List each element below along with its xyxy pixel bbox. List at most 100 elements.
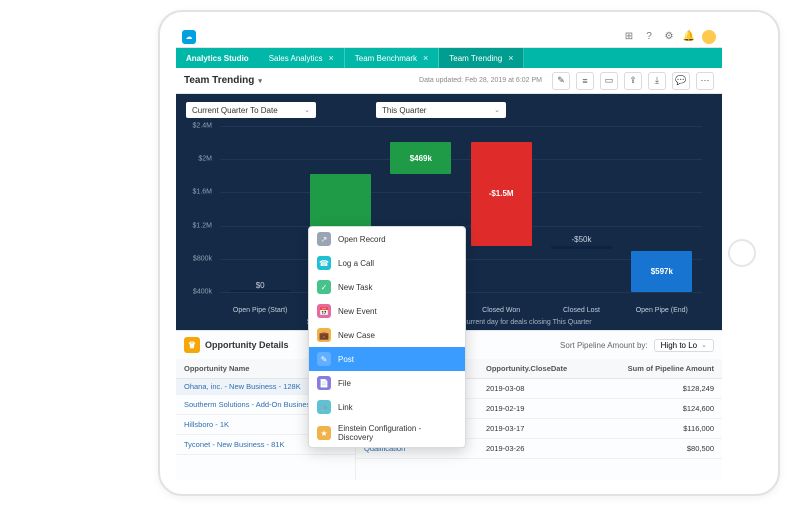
menu-item-label: Log a Call [338,259,374,268]
close-icon[interactable]: × [423,53,428,63]
edit-button[interactable]: ✎ [552,72,570,90]
menu-item-icon: ★ [317,426,331,440]
setup-gear-icon[interactable]: ⚙ [662,30,676,44]
share-button[interactable]: ⇪ [624,72,642,90]
avatar[interactable] [702,30,716,44]
details-title-text: Opportunity Details [205,340,289,350]
menu-item[interactable]: ☎Log a Call [309,251,465,275]
menu-item[interactable]: ★ Einstein Configuration - Discovery [309,419,465,447]
chevron-down-icon: ⌄ [304,106,310,114]
menu-item[interactable]: 🔗 Link [309,395,465,419]
menu-item-icon: ↗ [317,232,331,246]
app-launcher-icon[interactable]: ⊞ [622,30,636,44]
details-title: ♛ Opportunity Details [184,337,289,353]
page-title: Team Trending [184,75,254,86]
waterfall-bar[interactable]: -$1.5M [471,142,532,246]
annotation-button[interactable]: 💬 [672,72,690,90]
bar-value-label: -$1.5M [489,189,514,198]
chevron-down-icon: ⌄ [494,106,500,114]
bar-value-label: $597k [651,267,673,276]
tablet-frame: ☁ ⊞ ? ⚙ 🔔 Analytics Studio Sales Analyti… [158,10,780,496]
menu-item[interactable]: ↗ Open Record [309,227,465,251]
menu-item-label: Einstein Configuration - Discovery [338,424,457,442]
menu-item[interactable]: 📄 File [309,371,465,395]
present-button[interactable]: ▭ [600,72,618,90]
amount-cell: $116,000 [600,419,722,438]
menu-item-icon: ✎ [317,352,331,366]
select-label: Current Quarter To Date [192,106,278,115]
tab-sales-analytics[interactable]: Sales Analytics × [259,48,345,68]
tab-analytics-studio[interactable]: Analytics Studio [176,48,259,68]
notification-bell-icon[interactable]: 🔔 [682,30,696,44]
workspace-tabs: Analytics Studio Sales Analytics × Team … [176,48,722,68]
menu-item-icon: 🔗 [317,400,331,414]
amount-cell: $80,500 [600,439,722,458]
amount-cell: $124,600 [600,399,722,418]
more-actions-button[interactable]: ⋯ [696,72,714,90]
menu-item-label: File [338,379,351,388]
date-cell: 2019-02-19 [478,399,600,418]
date-cell: 2019-03-17 [478,419,600,438]
tab-label: Team Trending [449,54,502,63]
menu-item-icon: ✓ [317,280,331,294]
x-tick-label: Open Pipe (Start) [220,307,300,314]
salesforce-logo-icon: ☁ [182,30,196,44]
close-icon[interactable]: × [508,53,513,63]
y-tick-label: $1.6M [193,189,212,196]
y-tick-label: $800k [193,255,212,262]
menu-item-icon: 💼 [317,328,331,342]
menu-item-label: New Task [338,283,373,292]
amount-cell: $128,249 [600,379,722,398]
date-cell: 2019-03-08 [478,379,600,398]
global-header: ☁ ⊞ ? ⚙ 🔔 [176,26,722,48]
tab-team-trending[interactable]: Team Trending × [439,48,524,68]
x-tick-label: Closed Lost [541,307,621,314]
column-header: Sum of Pipeline Amount [600,359,722,379]
crown-icon: ♛ [184,337,200,353]
caret-down-icon: ▾ [258,77,262,85]
y-tick-label: $1.2M [193,222,212,229]
waterfall-bar[interactable]: $469k [390,142,451,174]
sort-label: Sort Pipeline Amount by: [560,341,648,350]
select-label: This Quarter [382,106,426,115]
y-tick-label: $400k [193,289,212,296]
tab-team-benchmark[interactable]: Team Benchmark × [345,48,440,68]
close-icon[interactable]: × [329,53,334,63]
tab-label: Team Benchmark [355,54,417,63]
context-menu[interactable]: ↗ Open Record ☎Log a Call ✓ New Task 📅 New Eve… [308,226,466,448]
select-quarter-to-date[interactable]: Current Quarter To Date ⌄ [186,102,316,118]
waterfall-bar[interactable]: $597k [631,251,692,292]
page-title-dropdown[interactable]: Team Trending ▾ [184,75,262,86]
download-button[interactable]: ⤓ [648,72,666,90]
waterfall-bar[interactable] [551,246,612,249]
page-bar: Team Trending ▾ Data updated: Feb 28, 20… [176,68,722,94]
menu-item-label: Open Record [338,235,386,244]
menu-item-label: Post [338,355,354,364]
bar-value-label: -$50k [551,235,612,244]
y-tick-label: $2M [198,156,212,163]
menu-item-label: Link [338,403,353,412]
menu-item-icon: 📅 [317,304,331,318]
date-cell: 2019-03-26 [478,439,600,458]
waterfall-bar[interactable] [230,290,291,292]
y-axis: $2.4M$2M$1.6M$1.2M$800k$400k [176,126,216,292]
select-this-quarter[interactable]: This Quarter ⌄ [376,102,506,118]
tab-label: Sales Analytics [269,54,323,63]
menu-item[interactable]: ✎ Post [309,347,465,371]
home-button[interactable] [728,239,756,267]
menu-item[interactable]: ✓ New Task [309,275,465,299]
filter-button[interactable]: ≡ [576,72,594,90]
menu-item-icon: 📄 [317,376,331,390]
y-tick-label: $2.4M [193,123,212,130]
menu-item-label: New Event [338,307,377,316]
column-header: Opportunity.CloseDate [478,359,600,379]
bar-value-label: $0 [230,281,291,290]
menu-item[interactable]: 💼New Case [309,323,465,347]
help-icon[interactable]: ? [642,30,656,44]
sort-select[interactable]: High to Lo ⌄ [654,339,714,352]
menu-item[interactable]: 📅 New Event [309,299,465,323]
chevron-down-icon: ⌄ [701,341,707,349]
data-updated-label: Data updated: Feb 28, 2019 at 6:02 PM [419,77,542,84]
bar-value-label: $469k [410,154,432,163]
x-tick-label: Open Pipe (End) [622,307,702,314]
